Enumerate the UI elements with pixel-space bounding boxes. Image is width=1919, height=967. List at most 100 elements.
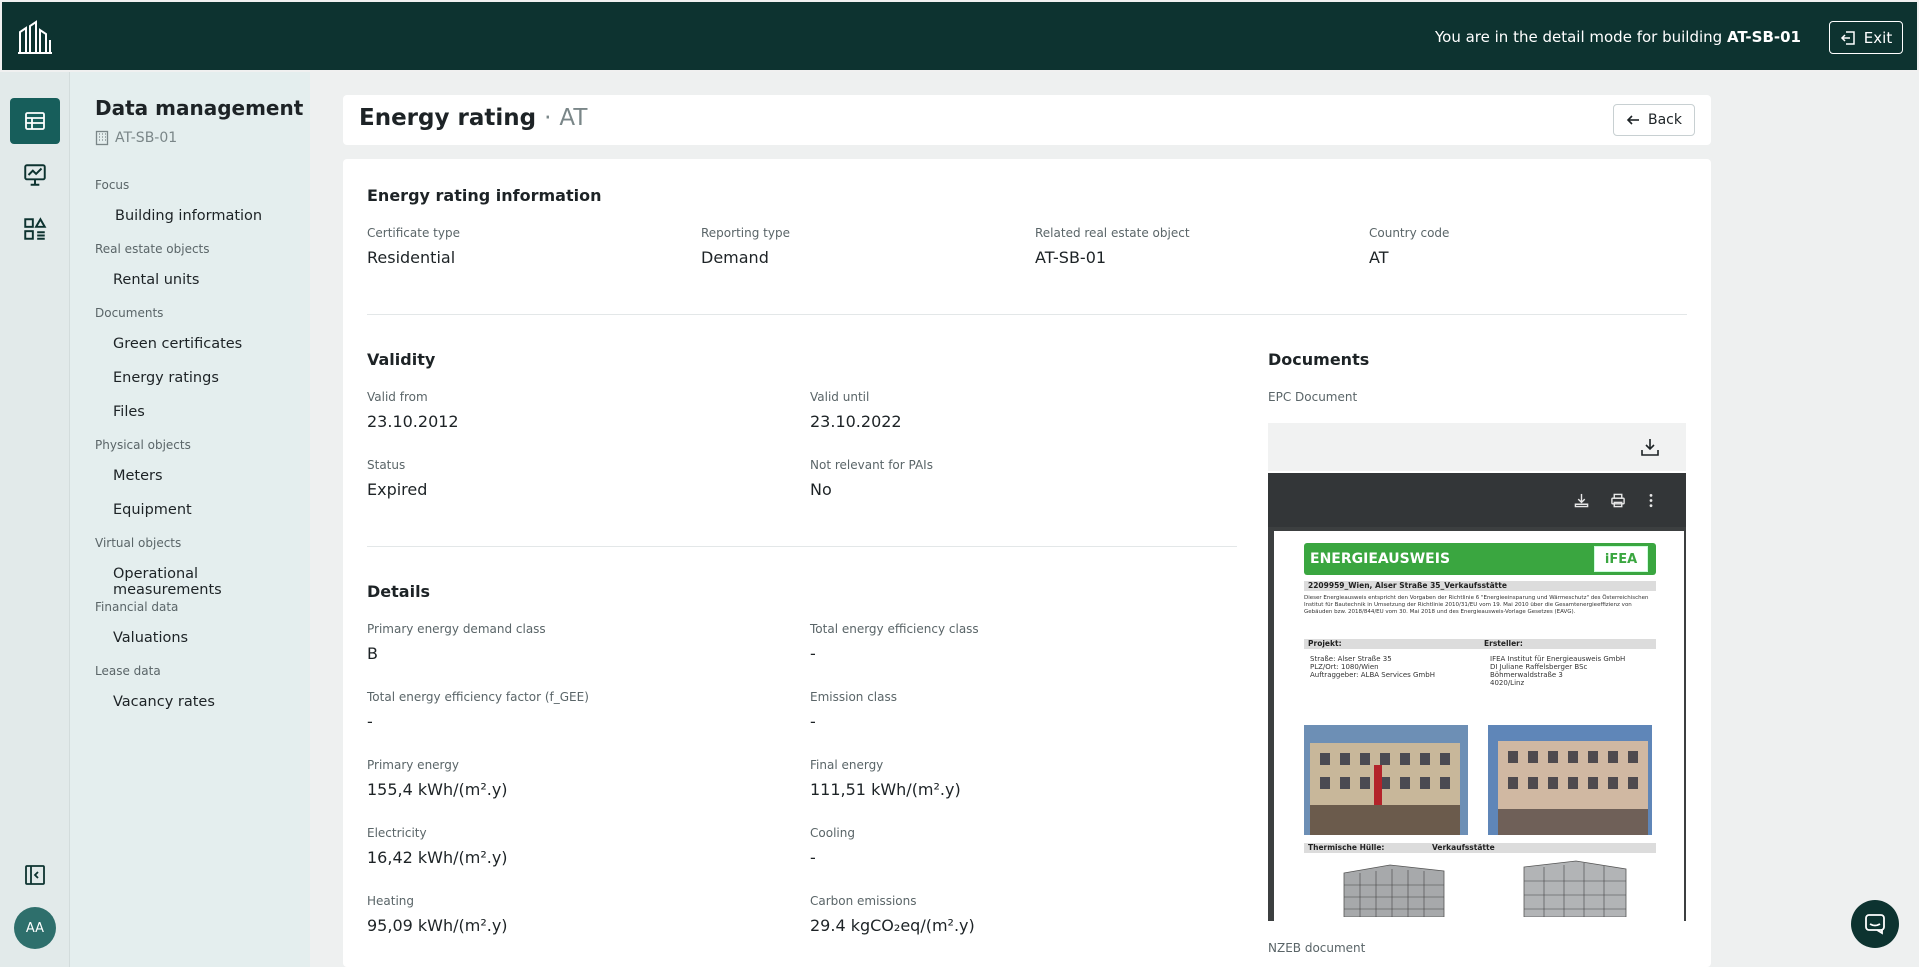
heating-value: 95,09 kWh/(m².y) — [367, 916, 508, 935]
pdf-ersteller-line-1: IFEA Institut für Energieausweis GmbH — [1490, 655, 1626, 663]
user-avatar[interactable]: AA — [14, 907, 56, 949]
page-title-country: AT — [559, 105, 588, 131]
exit-icon — [1840, 30, 1855, 45]
rail-data-management-button[interactable] — [10, 98, 60, 144]
carbon-emissions-label: Carbon emissions — [810, 894, 917, 908]
heating-label: Heating — [367, 894, 415, 908]
ifea-logo: iFEA — [1594, 546, 1648, 572]
nav-section-focus: Focus — [95, 178, 130, 192]
energy-rating-card: Energy rating information Certificate ty… — [343, 159, 1711, 967]
nav-item-meters[interactable]: Meters — [113, 468, 163, 484]
back-button[interactable]: Back — [1613, 104, 1695, 136]
cooling-label: Cooling — [810, 826, 855, 840]
epc-pdf-viewer[interactable]: ENERGIEAUSWEIS iFEA 2209959_Wien, Alser … — [1268, 473, 1686, 921]
pdf-verkauf-label: Verkaufsstätte — [1432, 843, 1495, 852]
not-relevant-pai-label: Not relevant for PAIs — [810, 458, 933, 472]
pdf-viewer-toolbar — [1268, 473, 1686, 527]
page-title-text: Energy rating — [359, 105, 537, 131]
certificate-type-label: Certificate type — [367, 226, 460, 240]
validity-divider — [367, 546, 1237, 547]
validity-section-title: Validity — [367, 350, 436, 369]
nav-item-operational-measurements[interactable]: Operational measurements — [113, 566, 310, 598]
app-logo-icon[interactable] — [16, 18, 54, 56]
arrow-left-icon — [1626, 115, 1639, 125]
related-object-value: AT-SB-01 — [1035, 248, 1107, 267]
total-efficiency-class-value: - — [810, 644, 816, 663]
nav-item-rental-units[interactable]: Rental units — [113, 272, 199, 288]
primary-energy-demand-class-value: B — [367, 644, 378, 663]
valid-until-label: Valid until — [810, 390, 870, 404]
pdf-heading: 2209959_Wien, Alser Straße 35_Verkaufsst… — [1304, 581, 1656, 591]
top-bar: You are in the detail mode for building … — [0, 0, 1919, 72]
valid-from-label: Valid from — [367, 390, 428, 404]
detail-mode-building: AT-SB-01 — [1726, 28, 1801, 46]
pdf-projekt-line-1: Straße: Alser Straße 35 — [1310, 655, 1392, 663]
reporting-type-value: Demand — [701, 248, 769, 267]
nav-section-real-estate-objects: Real estate objects — [95, 242, 210, 256]
pdf-ersteller-line-4: 4020/Linz — [1490, 679, 1525, 687]
sidebar-collapse-icon — [25, 865, 45, 885]
chat-support-button[interactable] — [1851, 900, 1899, 948]
pdf-huelle-bar: Thermische Hülle: Verkaufsstätte — [1304, 843, 1656, 853]
reporting-type-label: Reporting type — [701, 226, 790, 240]
carbon-emissions-value: 29.4 kgCO₂eq/(m².y) — [810, 916, 975, 935]
nzeb-document-label: NZEB document — [1268, 941, 1366, 955]
final-energy-value: 111,51 kWh/(m².y) — [810, 780, 961, 799]
page-header: Energy rating · AT Back — [343, 95, 1711, 145]
total-efficiency-class-label: Total energy efficiency class — [810, 622, 979, 636]
pdf-print-icon[interactable] — [1610, 493, 1626, 508]
epc-banner-title: ENERGIEAUSWEIS — [1310, 551, 1451, 567]
rail-dashboard-button[interactable] — [10, 152, 60, 198]
detail-mode-message: You are in the detail mode for building … — [1435, 28, 1801, 46]
pdf-download-icon[interactable] — [1574, 493, 1589, 508]
pdf-projekt-line-2: PLZ/Ort: 1080/Wien — [1310, 663, 1379, 671]
building-icon — [95, 130, 109, 146]
pdf-projekt-label: Projekt: — [1304, 639, 1480, 649]
electricity-label: Electricity — [367, 826, 427, 840]
nav-item-equipment[interactable]: Equipment — [113, 502, 192, 518]
epc-banner: ENERGIEAUSWEIS iFEA — [1304, 543, 1656, 575]
nav-item-green-certificates[interactable]: Green certificates — [113, 336, 242, 352]
primary-energy-demand-class-label: Primary energy demand class — [367, 622, 546, 636]
pdf-ersteller-line-2: DI Juliane Raffelsberger BSc — [1490, 663, 1588, 671]
download-icon[interactable] — [1640, 437, 1660, 457]
nav-item-vacancy-rates[interactable]: Vacancy rates — [113, 694, 215, 710]
epc-document-label: EPC Document — [1268, 390, 1358, 404]
pdf-huelle-label: Thermische Hülle: — [1308, 843, 1385, 852]
electricity-value: 16,42 kWh/(m².y) — [367, 848, 508, 867]
nav-section-documents: Documents — [95, 306, 164, 320]
pdf-more-icon[interactable] — [1648, 493, 1654, 508]
efficiency-factor-label: Total energy efficiency factor (f_GEE) — [367, 690, 589, 704]
cooling-value: - — [810, 848, 816, 867]
pdf-projekt-line-3: Auftraggeber: ALBA Services GmbH — [1310, 671, 1435, 679]
not-relevant-pai-value: No — [810, 480, 832, 499]
nav-building-id: AT-SB-01 — [115, 130, 178, 146]
pdf-page-preview: ENERGIEAUSWEIS iFEA 2209959_Wien, Alser … — [1274, 531, 1684, 921]
country-code-value: AT — [1369, 248, 1389, 267]
building-photo-left — [1304, 725, 1468, 835]
exit-button[interactable]: Exit — [1829, 21, 1903, 54]
nav-item-energy-ratings[interactable]: Energy ratings — [113, 370, 219, 386]
epc-document-toolbar — [1268, 423, 1686, 471]
nav-section-physical-objects: Physical objects — [95, 438, 191, 452]
page-title: Energy rating · AT — [359, 105, 587, 131]
rail-objects-button[interactable] — [10, 206, 60, 252]
nav-section-lease-data: Lease data — [95, 664, 161, 678]
status-label: Status — [367, 458, 406, 472]
collapse-sidebar-button[interactable] — [10, 852, 60, 898]
valid-until-value: 23.10.2022 — [810, 412, 902, 431]
exit-label: Exit — [1863, 28, 1893, 47]
nav-item-building-information[interactable]: Building information — [115, 208, 262, 224]
documents-section-title: Documents — [1268, 350, 1370, 369]
info-divider — [367, 314, 1687, 315]
nav-title: Data management — [95, 96, 304, 120]
nav-item-valuations[interactable]: Valuations — [113, 630, 188, 646]
pdf-ersteller-line-3: Böhmerwaldstraße 3 — [1490, 671, 1563, 679]
pdf-intro: Dieser Energieausweis entspricht den Vor… — [1304, 595, 1649, 615]
shapes-list-icon — [24, 217, 47, 240]
detail-mode-prefix: You are in the detail mode for building — [1434, 28, 1723, 46]
nav-building: AT-SB-01 — [95, 130, 177, 146]
nav-item-files[interactable]: Files — [113, 404, 145, 420]
pdf-ersteller-label: Ersteller: — [1480, 639, 1656, 649]
final-energy-label: Final energy — [810, 758, 884, 772]
